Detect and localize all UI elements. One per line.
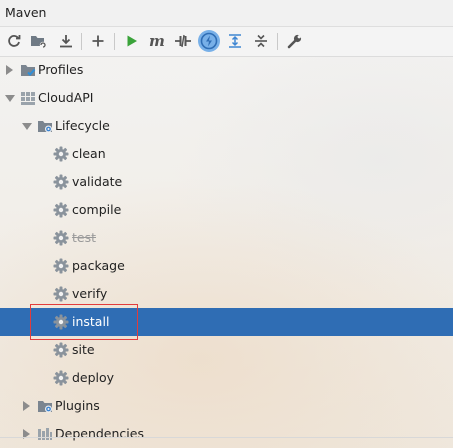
run-icon[interactable]: [121, 30, 143, 52]
tree-item-label: CloudAPI: [38, 90, 94, 105]
toggle-offline-icon[interactable]: [172, 30, 194, 52]
tree-item-profiles[interactable]: Profiles: [0, 56, 453, 84]
goal-gear-icon: [53, 342, 69, 358]
profiles-folder-icon: [21, 65, 36, 76]
goal-label: deploy: [72, 370, 115, 385]
tool-window-title: Maven: [5, 5, 47, 20]
download-icon[interactable]: [55, 30, 77, 52]
add-icon[interactable]: [87, 30, 109, 52]
goal-gear-icon: [53, 258, 69, 274]
tool-window-header: Maven: [0, 0, 453, 27]
goal-gear-icon: [53, 286, 69, 302]
goal-gear-icon: [53, 202, 69, 218]
lifecycle-goal-clean[interactable]: clean: [0, 140, 453, 168]
lifecycle-goal-compile[interactable]: compile: [0, 196, 453, 224]
lifecycle-goal-validate[interactable]: validate: [0, 168, 453, 196]
generate-sources-icon[interactable]: [28, 30, 50, 52]
skip-tests-icon[interactable]: [198, 30, 220, 52]
annotation-highlight-box: [30, 304, 138, 340]
svg-text:m: m: [149, 33, 165, 49]
lifecycle-goal-deploy[interactable]: deploy: [0, 364, 453, 392]
goal-label: verify: [72, 286, 108, 301]
tree-item-dependencies[interactable]: Dependencies: [0, 420, 453, 448]
goal-label: test: [72, 230, 97, 245]
maven-project-icon: [21, 92, 35, 105]
goal-label: site: [72, 342, 95, 357]
goal-gear-icon: [53, 370, 69, 386]
goal-gear-icon: [53, 230, 69, 246]
lifecycle-folder-icon: [38, 121, 52, 133]
maven-project-tree: Profiles CloudAPI Lifecycle clean validat…: [0, 56, 453, 448]
goal-label: validate: [72, 174, 123, 189]
collapse-arrow-icon[interactable]: [22, 123, 32, 130]
maven-goal-icon[interactable]: m: [146, 30, 168, 52]
expand-arrow-icon[interactable]: [23, 401, 30, 411]
plugins-folder-icon: [38, 401, 52, 413]
settings-wrench-icon[interactable]: [284, 30, 306, 52]
goal-gear-icon: [53, 174, 69, 190]
tree-item-lifecycle[interactable]: Lifecycle: [0, 112, 453, 140]
tree-item-label: Dependencies: [55, 426, 144, 441]
collapse-all-icon[interactable]: [250, 30, 272, 52]
lifecycle-goal-site[interactable]: site: [0, 336, 453, 364]
lifecycle-goal-test[interactable]: test: [0, 224, 453, 252]
maven-toolbar: m: [0, 27, 453, 57]
lifecycle-goal-package[interactable]: package: [0, 252, 453, 280]
tree-item-plugins[interactable]: Plugins: [0, 392, 453, 420]
tree-item-project[interactable]: CloudAPI: [0, 84, 453, 112]
goal-gear-icon: [53, 146, 69, 162]
reload-icon[interactable]: [3, 30, 25, 52]
dependencies-icon: [38, 428, 52, 440]
tree-item-label: Lifecycle: [55, 118, 110, 133]
expand-arrow-icon[interactable]: [6, 65, 13, 75]
tree-item-label: Profiles: [38, 62, 84, 77]
goal-label: compile: [72, 202, 122, 217]
show-dependencies-icon[interactable]: [224, 30, 246, 52]
collapse-arrow-icon[interactable]: [5, 95, 15, 102]
goal-label: clean: [72, 146, 106, 161]
goal-label: package: [72, 258, 125, 273]
tree-item-label: Plugins: [55, 398, 100, 413]
